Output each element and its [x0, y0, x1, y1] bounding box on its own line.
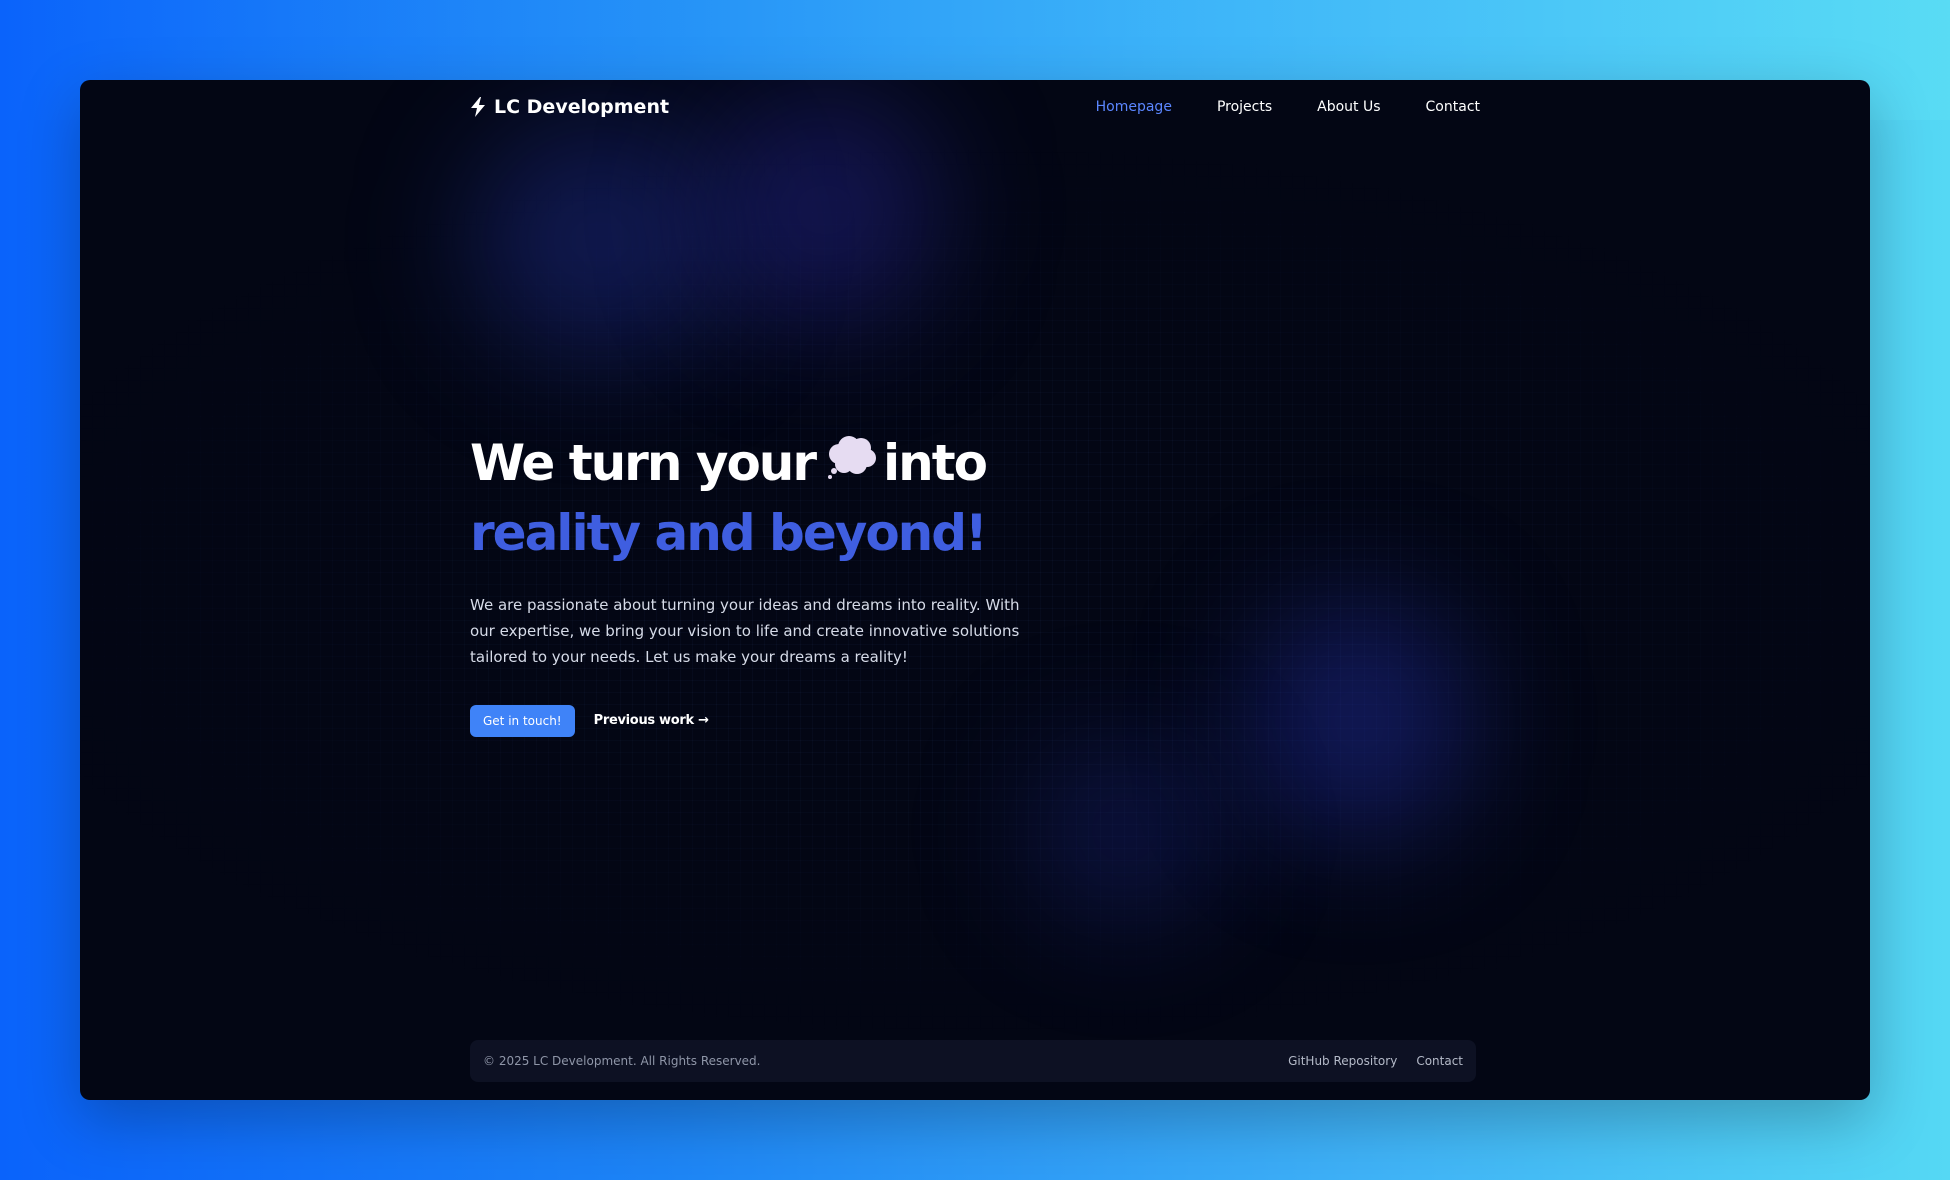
- footer-link-contact[interactable]: Contact: [1416, 1054, 1463, 1068]
- thought-bubble-icon: [825, 430, 877, 496]
- hero-headline-accent: reality and beyond!: [470, 503, 988, 562]
- nav-item-contact[interactable]: Contact: [1426, 99, 1480, 115]
- brand-logo[interactable]: LC Development: [470, 96, 669, 118]
- nav-item-about-us[interactable]: About Us: [1317, 99, 1380, 115]
- hero-headline: We turn your into: [470, 430, 1170, 500]
- hero-description: We are passionate about turning your ide…: [470, 595, 1020, 666]
- footer: © 2025 LC Development. All Rights Reserv…: [470, 1040, 1476, 1082]
- brand-name: LC Development: [494, 96, 670, 118]
- headline-part2: into: [883, 434, 988, 492]
- nav-item-homepage[interactable]: Homepage: [1096, 99, 1172, 115]
- hero-section: We turn your into reality and beyond! We…: [470, 430, 1170, 737]
- footer-link-github[interactable]: GitHub Repository: [1288, 1054, 1397, 1068]
- footer-links: GitHub Repository Contact: [1288, 1054, 1463, 1068]
- top-navbar: LC Development Homepage Projects About U…: [470, 80, 1480, 134]
- previous-work-link[interactable]: Previous work →: [594, 713, 709, 728]
- get-in-touch-button[interactable]: Get in touch!: [470, 704, 575, 737]
- nav-item-projects[interactable]: Projects: [1217, 99, 1272, 115]
- copyright-text: © 2025 LC Development. All Rights Reserv…: [483, 1054, 761, 1068]
- nav-links: Homepage Projects About Us Contact: [1096, 99, 1480, 115]
- headline-part1: We turn your: [470, 434, 817, 492]
- browser-window: LC Development Homepage Projects About U…: [80, 80, 1870, 1100]
- hero-actions: Get in touch! Previous work →: [470, 704, 1170, 737]
- lightning-bolt-icon: [470, 97, 486, 117]
